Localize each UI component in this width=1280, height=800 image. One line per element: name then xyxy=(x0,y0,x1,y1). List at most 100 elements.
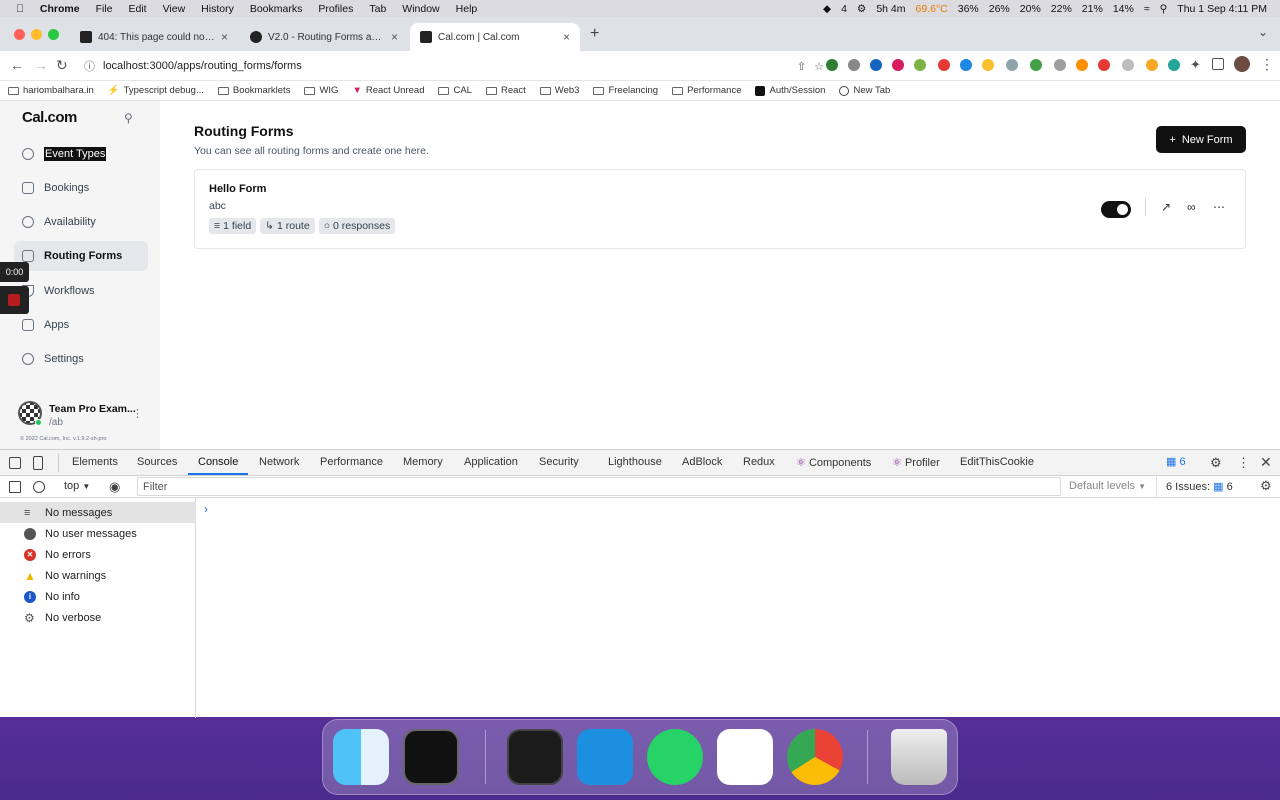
battery-time[interactable]: 5h 4m xyxy=(871,3,910,15)
form-enabled-toggle[interactable] xyxy=(1101,201,1131,218)
extension-icon[interactable] xyxy=(848,59,860,71)
side-panel-icon[interactable] xyxy=(1212,58,1224,70)
status-count[interactable]: 4 xyxy=(836,3,852,15)
form-name[interactable]: Hello Form xyxy=(209,183,266,195)
device-toolbar-icon[interactable] xyxy=(33,456,43,470)
menu-history[interactable]: History xyxy=(193,3,242,15)
filter-errors[interactable]: ✕ No errors xyxy=(0,544,196,565)
kebab-menu-icon[interactable]: ⋮ xyxy=(132,407,143,420)
issues-button[interactable]: 6 Issues: ▦ 6 xyxy=(1166,480,1233,493)
filter-verbose[interactable]: ⚙ No verbose xyxy=(0,607,196,628)
new-tab-button[interactable]: + xyxy=(590,25,599,43)
sidebar-item-workflows[interactable]: Workflows xyxy=(14,276,148,306)
tab-search-chevron-icon[interactable]: ⌄ xyxy=(1258,25,1268,39)
sidebar-item-bookings[interactable]: Bookings xyxy=(14,173,148,203)
tab-sources[interactable]: Sources xyxy=(137,456,177,468)
external-link-icon[interactable]: ↗ xyxy=(1161,200,1171,214)
minimize-window-button[interactable] xyxy=(31,29,42,40)
extension-icon[interactable] xyxy=(938,59,950,71)
menu-view[interactable]: View xyxy=(155,3,194,15)
bookmark-item[interactable]: WIG xyxy=(304,85,338,96)
info-icon[interactable]: ⓘ xyxy=(84,58,95,74)
copy-link-icon[interactable]: ∞ xyxy=(1187,200,1196,214)
extension-icon[interactable] xyxy=(1054,59,1066,71)
extension-icon[interactable] xyxy=(1098,59,1110,71)
tab-redux[interactable]: Redux xyxy=(743,456,775,468)
log-levels-dropdown[interactable]: Default levels ▼ xyxy=(1069,480,1146,492)
sidebar-item-event-types[interactable]: Event Types xyxy=(14,139,148,169)
url-text[interactable]: localhost:3000/apps/routing_forms/forms xyxy=(103,60,302,72)
tab-profiler[interactable]: ⚛ Profiler xyxy=(892,456,940,469)
share-icon[interactable]: ⇧ xyxy=(797,60,806,73)
tab-adblock[interactable]: AdBlock xyxy=(682,456,722,468)
bookmark-item[interactable]: Web3 xyxy=(539,85,579,96)
tab-console[interactable]: Console xyxy=(198,456,238,468)
maximize-window-button[interactable] xyxy=(48,29,59,40)
puzzle-icon[interactable]: ✦ xyxy=(1190,57,1201,73)
tab-lighthouse[interactable]: Lighthouse xyxy=(608,456,662,468)
form-card[interactable]: Hello Form abc ≡ 1 field ↳ 1 route ○ 0 resp… xyxy=(194,169,1246,249)
tab-404[interactable]: 404: This page could not be fo × xyxy=(70,23,238,51)
wifi-icon[interactable]: ≈ xyxy=(1139,3,1155,15)
extension-icon[interactable] xyxy=(1030,59,1042,71)
cpu-temp[interactable]: 69.6°C xyxy=(911,3,953,15)
filter-info[interactable]: i No info xyxy=(0,586,196,607)
bookmark-item[interactable]: Bookmarklets xyxy=(217,85,290,96)
more-options-icon[interactable]: ⋯ xyxy=(1213,200,1225,214)
tab-elements[interactable]: Elements xyxy=(72,456,118,468)
docker-icon[interactable] xyxy=(577,729,633,785)
menu-bookmarks[interactable]: Bookmarks xyxy=(242,3,311,15)
extension-icon[interactable] xyxy=(826,59,838,71)
eye-icon[interactable]: ◉ xyxy=(109,479,120,495)
close-window-button[interactable] xyxy=(14,29,25,40)
filter-warnings[interactable]: ▲ No warnings xyxy=(0,565,196,586)
bookmark-item[interactable]: ▼ React Unread xyxy=(352,85,424,96)
context-selector[interactable]: top ▼ xyxy=(64,480,90,492)
bookmark-item[interactable]: ⚡ Typescript debug... xyxy=(108,85,204,96)
tab-editthiscookie[interactable]: EditThisCookie xyxy=(960,456,1034,468)
menu-window[interactable]: Window xyxy=(394,3,447,15)
tab-network[interactable]: Network xyxy=(259,456,299,468)
menu-help[interactable]: Help xyxy=(448,3,486,15)
filter-user-messages[interactable]: No user messages xyxy=(0,523,196,544)
filter-all-messages[interactable]: ≡ No messages xyxy=(0,502,196,523)
extension-icon[interactable] xyxy=(1076,59,1088,71)
extension-icon[interactable] xyxy=(1122,59,1134,71)
sidebar-item-availability[interactable]: Availability xyxy=(14,207,148,237)
menu-profiles[interactable]: Profiles xyxy=(310,3,361,15)
search-icon[interactable]: ⚲ xyxy=(124,111,133,125)
tab-calcom[interactable]: Cal.com | Cal.com × xyxy=(410,23,580,51)
bookmark-item[interactable]: Performance xyxy=(672,85,741,96)
tab-components[interactable]: ⚛ Components xyxy=(796,456,871,469)
team-name[interactable]: Team Pro Exam... xyxy=(49,403,136,415)
forward-arrow-icon[interactable]: → xyxy=(34,57,48,73)
close-icon[interactable]: × xyxy=(391,30,398,44)
stop-recording-button[interactable] xyxy=(0,286,29,314)
brand-logo[interactable]: Cal.com xyxy=(22,109,77,126)
extension-icon[interactable] xyxy=(960,59,972,71)
bookmark-item[interactable]: hariombalhara.in xyxy=(8,85,94,96)
gear-icon[interactable]: ⚙ xyxy=(852,3,871,15)
whatsapp-icon[interactable] xyxy=(647,729,703,785)
bookmark-item[interactable]: CAL xyxy=(438,85,472,96)
clear-console-icon[interactable] xyxy=(33,481,45,493)
back-arrow-icon[interactable]: ← xyxy=(10,57,24,73)
activity-monitor-icon[interactable] xyxy=(507,729,563,785)
apple-icon[interactable]:  xyxy=(8,3,32,15)
sidebar-item-routing-forms[interactable]: Routing Forms xyxy=(14,241,148,271)
gear-icon[interactable]: ⚙ xyxy=(1260,478,1272,494)
trash-icon[interactable] xyxy=(891,729,947,785)
tab-security[interactable]: Security xyxy=(539,456,579,468)
extension-icon[interactable] xyxy=(1146,59,1158,71)
tab-memory[interactable]: Memory xyxy=(403,456,443,468)
kebab-menu-icon[interactable]: ⋮ xyxy=(1237,455,1250,471)
menu-edit[interactable]: Edit xyxy=(120,3,154,15)
pocket-icon[interactable] xyxy=(892,59,904,71)
extension-icon[interactable] xyxy=(914,59,926,71)
dropbox-icon[interactable]: ◆ xyxy=(818,3,836,15)
bookmark-item[interactable]: New Tab xyxy=(839,85,890,96)
sidebar-toggle-icon[interactable] xyxy=(9,481,21,493)
reload-icon[interactable]: ↻ xyxy=(56,57,68,74)
avatar[interactable] xyxy=(1234,56,1250,72)
menu-file[interactable]: File xyxy=(88,3,121,15)
